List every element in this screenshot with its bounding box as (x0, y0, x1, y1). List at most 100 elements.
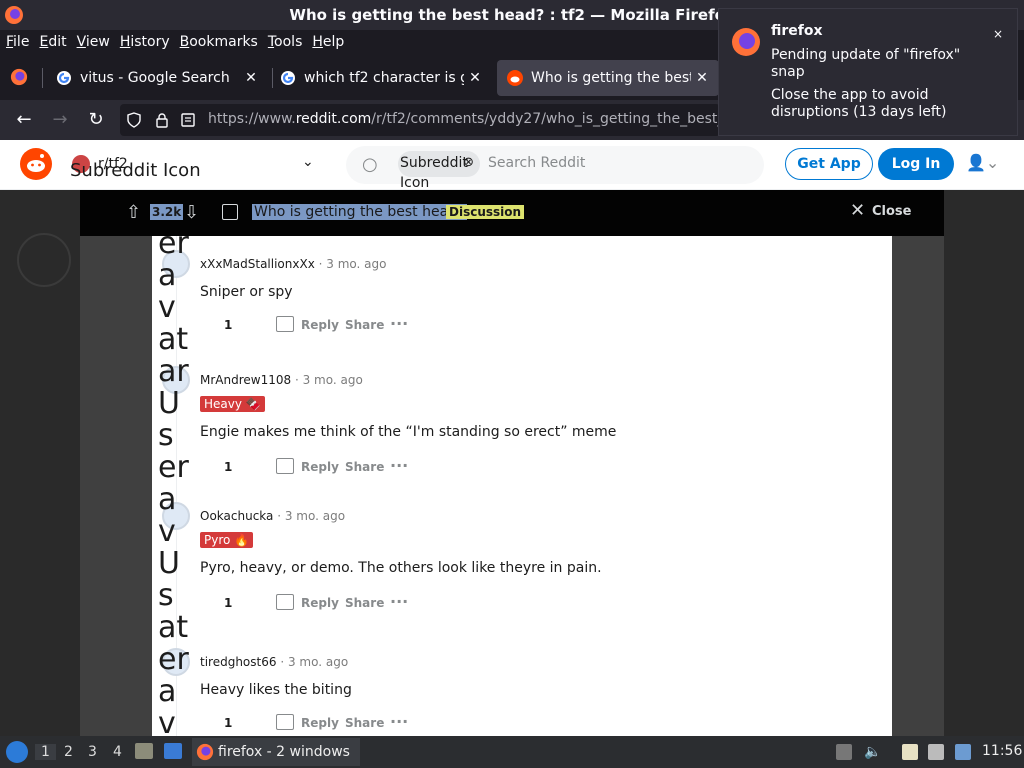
comment-timestamp: · 3 mo. ago (294, 373, 363, 387)
reply-button[interactable]: Reply (301, 318, 339, 332)
search-subreddit-chip[interactable]: Subreddit Icon ⊗ (398, 151, 480, 191)
broken-avatar-alt-text: U (158, 386, 180, 421)
reply-button[interactable]: Reply (301, 716, 339, 730)
comment-actions: 1 Reply Share ··· (152, 712, 412, 734)
reply-icon[interactable] (276, 714, 294, 730)
firefox-icon (196, 743, 214, 761)
menu-help[interactable]: Help (312, 30, 344, 54)
storage-icon[interactable] (836, 744, 852, 760)
menu-label-rest: ile (13, 34, 30, 50)
back-arrow-icon[interactable]: ← (12, 108, 36, 132)
reply-button[interactable]: Reply (301, 596, 339, 610)
comment-vote-count: 1 (224, 716, 233, 730)
more-options-icon[interactable]: ··· (390, 314, 408, 333)
workspace-2[interactable]: 2 (64, 744, 73, 760)
menu-bookmarks[interactable]: Bookmarks (180, 30, 258, 54)
search-bar[interactable]: ○ Subreddit Icon ⊗ Search Reddit (346, 146, 764, 191)
url-bar[interactable]: https://www.reddit.com/r/tf2/comments/yd… (120, 104, 720, 136)
page-info-icon[interactable] (180, 112, 196, 128)
close-tab-icon[interactable]: ✕ (691, 70, 713, 86)
search-input[interactable]: Search Reddit (488, 155, 585, 171)
menu-history[interactable]: History (120, 30, 170, 54)
shield-icon[interactable] (126, 112, 142, 128)
tab-reddit-post[interactable]: Who is getting the best head? : tf2 ✕ (497, 60, 719, 96)
comment-author[interactable]: xXxMadStallionxXx (200, 257, 315, 271)
close-icon[interactable]: × (993, 27, 1003, 41)
reload-icon[interactable]: ↻ (84, 108, 108, 132)
reddit-icon (507, 70, 523, 86)
menu-edit[interactable]: Edit (39, 30, 66, 54)
menu-label-rest: ools (274, 34, 303, 50)
url-host: reddit.com (295, 111, 372, 127)
image-post-icon (222, 204, 238, 220)
chevron-down-icon[interactable]: ⌄ (302, 154, 314, 170)
user-menu-icon[interactable]: 👤⌄ (966, 153, 999, 172)
file-manager-icon[interactable] (135, 743, 153, 759)
workspace-3[interactable]: 3 (88, 744, 97, 760)
downvote-arrow-icon[interactable]: ⇩ (184, 202, 199, 223)
background-ghost-panel (892, 236, 944, 736)
share-button[interactable]: Share (345, 596, 384, 610)
get-app-button[interactable]: Get App (785, 148, 873, 180)
broken-avatar-alt-text: v (158, 706, 176, 737)
post-header-bar: ⇧ 3.2k ⇩ Who is getting the best head? D… (80, 190, 944, 236)
reply-icon[interactable] (276, 458, 294, 474)
comment-author[interactable]: tiredghost66 (200, 655, 277, 669)
log-in-button[interactable]: Log In (878, 148, 954, 180)
comment-body: Sniper or spy (200, 284, 293, 300)
notification-body: Pending update of "firefox" snap (771, 47, 961, 80)
share-button[interactable]: Share (345, 318, 384, 332)
firefox-view-icon[interactable] (10, 68, 28, 86)
url-text[interactable]: https://www.reddit.com/r/tf2/comments/yd… (208, 111, 718, 127)
close-button[interactable]: Close (872, 204, 911, 219)
more-options-icon[interactable]: ··· (390, 712, 408, 731)
post-title[interactable]: Who is getting the best head? (252, 204, 467, 220)
close-tab-icon[interactable]: ✕ (240, 70, 262, 86)
terminal-icon[interactable] (164, 743, 182, 759)
menu-view[interactable]: View (77, 30, 110, 54)
comment-author[interactable]: Ookachucka (200, 509, 273, 523)
tab-tf2-search[interactable]: which tf2 character is getting the best … (270, 60, 492, 96)
tab-google-search[interactable]: vitus - Google Search ✕ (46, 60, 268, 96)
workspace-1[interactable]: 1 (35, 744, 56, 760)
close-icon[interactable]: ✕ (850, 200, 865, 221)
reddit-logo-icon[interactable] (20, 148, 52, 180)
comment-author[interactable]: MrAndrew1108 (200, 373, 291, 387)
reply-icon[interactable] (276, 594, 294, 610)
workspace-4[interactable]: 4 (113, 744, 122, 760)
broken-avatar-alt-text: s (158, 418, 174, 453)
comment-vote-count: 1 (224, 460, 233, 474)
share-button[interactable]: Share (345, 716, 384, 730)
lock-icon[interactable] (154, 112, 170, 128)
comment-body: Heavy likes the biting (200, 682, 352, 698)
menu-accelerator: H (119, 34, 131, 50)
volume-icon[interactable]: 🔈 (864, 744, 881, 760)
menu-tools[interactable]: Tools (268, 30, 303, 54)
close-icon[interactable]: ⊗ (463, 155, 474, 170)
broken-avatar-alt-text: ar (158, 354, 189, 389)
reply-icon[interactable] (276, 316, 294, 332)
comment-vote-count: 1 (224, 596, 233, 610)
upvote-arrow-icon[interactable]: ⇧ (126, 202, 141, 223)
network-icon[interactable] (928, 744, 944, 760)
forward-arrow-icon[interactable]: → (48, 108, 72, 132)
share-button[interactable]: Share (345, 460, 384, 474)
menu-accelerator: E (39, 34, 49, 50)
menu-accelerator: V (76, 34, 86, 50)
post-flair[interactable]: Discussion (446, 205, 525, 219)
clipboard-icon[interactable] (902, 744, 918, 760)
tab-separator (42, 68, 43, 88)
chip-label: Subreddit (400, 155, 468, 171)
broken-avatar-alt-text: er (158, 450, 189, 485)
menu-file[interactable]: File (6, 30, 29, 54)
close-tab-icon[interactable]: ✕ (464, 70, 486, 86)
more-options-icon[interactable]: ··· (390, 592, 408, 611)
more-options-icon[interactable]: ··· (390, 456, 408, 475)
reply-button[interactable]: Reply (301, 460, 339, 474)
broken-avatar-alt-text: v (158, 290, 176, 325)
tab-label: which tf2 character is getting the best … (304, 70, 464, 86)
taskbar-firefox-task[interactable]: firefox - 2 windows (192, 738, 360, 766)
start-menu-icon[interactable] (6, 741, 28, 763)
update-icon[interactable] (955, 744, 971, 760)
broken-avatar-alt-text: a (158, 674, 177, 709)
